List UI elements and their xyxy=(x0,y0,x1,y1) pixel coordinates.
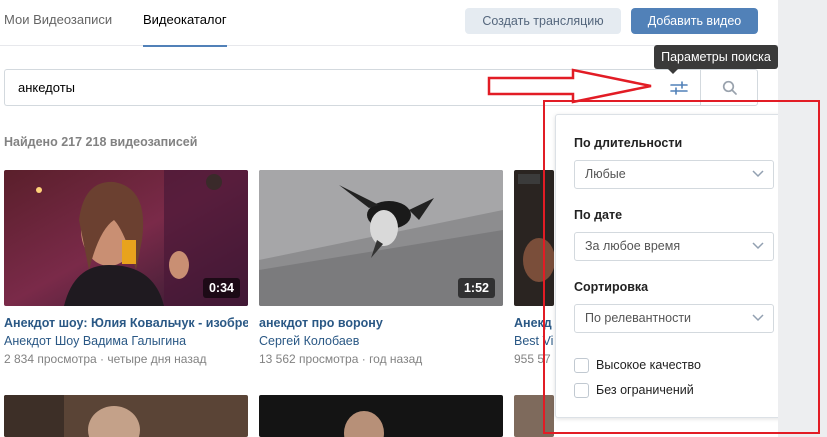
tab-video-catalog[interactable]: Видеокаталог xyxy=(143,0,227,47)
video-title[interactable]: Анекдот шоу: Юлия Ковальчук - изобре xyxy=(4,316,248,330)
video-author[interactable]: Сергей Колобаев xyxy=(259,334,503,348)
chevron-down-icon xyxy=(752,242,764,250)
video-views: 13 562 просмотра xyxy=(259,352,359,366)
video-page: Мои Видеозаписи Видеокаталог Создать тра… xyxy=(0,0,795,437)
results-count: Найдено 217 218 видеозаписей xyxy=(4,135,198,149)
video-title[interactable]: анекдот про ворону xyxy=(259,316,503,330)
search-input-value: анкедоты xyxy=(18,80,76,95)
add-video-button[interactable]: Добавить видео xyxy=(631,8,758,34)
search-input[interactable]: анкедоты xyxy=(4,69,700,106)
video-date: год назад xyxy=(369,352,423,366)
video-meta: 955 57 xyxy=(514,352,551,366)
search-params-button[interactable] xyxy=(658,75,700,101)
checkbox-box[interactable] xyxy=(574,358,589,373)
sort-select[interactable]: По релевантности xyxy=(574,304,774,333)
search-filters-panel: По длительности Любые По дате За любое в… xyxy=(555,114,795,418)
duration-select[interactable]: Любые xyxy=(574,160,774,189)
hq-checkbox-label: Высокое качество xyxy=(596,358,701,372)
unrestricted-checkbox-label: Без ограничений xyxy=(596,383,694,397)
duration-select-value: Любые xyxy=(585,167,626,181)
video-thumbnail[interactable]: 0:34 xyxy=(4,170,248,306)
chevron-down-icon xyxy=(752,314,764,322)
video-card[interactable]: Анекд Best Vi 955 57 xyxy=(514,170,554,366)
video-thumbnail-image xyxy=(514,170,554,306)
date-select[interactable]: За любое время xyxy=(574,232,774,261)
tab-video-catalog-label: Видеокаталог xyxy=(143,12,227,27)
meta-separator: · xyxy=(358,352,370,366)
video-card[interactable]: 1:52 анекдот про ворону Сергей Колобаев … xyxy=(259,170,503,366)
create-stream-button[interactable]: Создать трансляцию xyxy=(465,8,621,34)
filter-sliders-icon xyxy=(670,81,688,95)
meta-separator: · xyxy=(96,352,108,366)
video-card[interactable]: 0:34 Анекдот шоу: Юлия Ковальчук - изобр… xyxy=(4,170,248,366)
video-thumbnail[interactable] xyxy=(259,395,503,437)
video-thumbnail-image xyxy=(4,395,248,437)
video-duration: 0:34 xyxy=(202,278,240,298)
tabs-bar: Мои Видеозаписи Видеокаталог Создать тра… xyxy=(0,0,778,47)
video-meta: 2 834 просмотра · четыре дня назад xyxy=(4,352,248,366)
video-date: четыре дня назад xyxy=(107,352,207,366)
video-duration: 1:52 xyxy=(457,278,495,298)
video-author[interactable]: Анекдот Шоу Вадима Галыгина xyxy=(4,334,248,348)
search-params-tooltip: Параметры поиска xyxy=(654,45,778,74)
video-author[interactable]: Best Vi xyxy=(514,334,554,348)
video-thumbnail-image xyxy=(259,395,503,437)
chevron-down-icon xyxy=(752,170,764,178)
video-thumbnail[interactable]: 1:52 xyxy=(259,170,503,306)
video-title[interactable]: Анекд xyxy=(514,316,554,330)
video-thumbnail-image xyxy=(514,395,554,437)
date-select-value: За любое время xyxy=(585,239,681,253)
video-meta: 13 562 просмотра · год назад xyxy=(259,352,503,366)
video-thumbnail[interactable] xyxy=(4,395,248,437)
duration-filter-label: По длительности xyxy=(574,136,683,150)
video-thumbnail[interactable] xyxy=(514,395,554,437)
page-gutter xyxy=(778,0,827,437)
search-button[interactable] xyxy=(700,69,758,106)
search-icon xyxy=(722,80,737,95)
date-filter-label: По дате xyxy=(574,208,623,222)
sort-select-value: По релевантности xyxy=(585,311,692,325)
checkbox-box[interactable] xyxy=(574,383,589,398)
tab-my-videos[interactable]: Мои Видеозаписи xyxy=(4,0,112,46)
video-thumbnail[interactable] xyxy=(514,170,554,306)
sort-filter-label: Сортировка xyxy=(574,280,649,294)
video-views: 2 834 просмотра xyxy=(4,352,97,366)
active-tab-underline xyxy=(143,45,227,47)
